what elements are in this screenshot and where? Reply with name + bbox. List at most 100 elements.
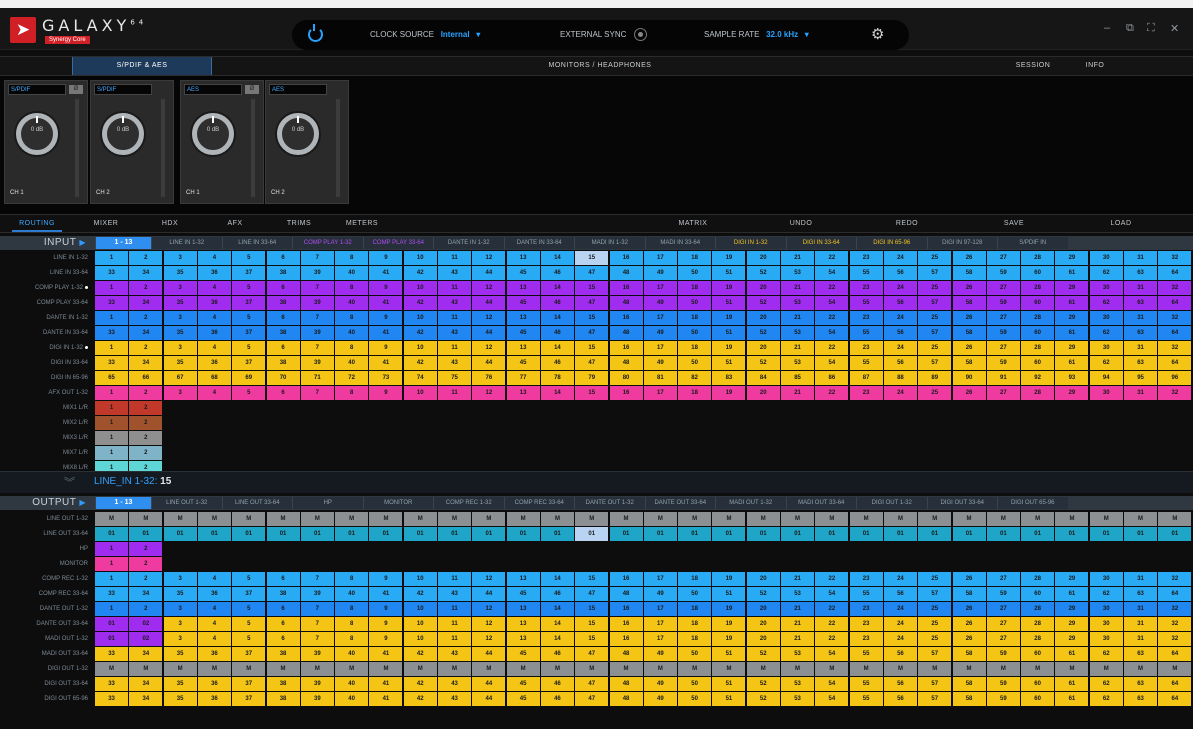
routing-cell[interactable]: 26 (952, 602, 986, 616)
routing-cell[interactable]: 66 (129, 371, 163, 385)
routing-cell[interactable]: 24 (883, 386, 917, 400)
routing-cell[interactable]: 22 (815, 617, 849, 631)
routing-cell[interactable]: 55 (849, 647, 883, 661)
routing-cell[interactable]: 54 (815, 692, 849, 706)
routing-cell[interactable]: 23 (849, 311, 883, 325)
routing-cell[interactable]: 7 (300, 632, 334, 646)
routing-cell[interactable]: 57 (918, 326, 952, 340)
routing-cell[interactable]: 1 (95, 416, 129, 430)
routing-cell[interactable]: 48 (609, 692, 643, 706)
routing-cell[interactable]: 60 (1021, 692, 1055, 706)
routing-cell[interactable]: 70 (266, 371, 300, 385)
routing-cell[interactable]: 01 (849, 527, 883, 541)
power-icon[interactable] (308, 24, 323, 42)
routing-cell[interactable]: 48 (609, 677, 643, 691)
routing-cell[interactable]: 41 (369, 647, 403, 661)
routing-cell[interactable]: 18 (678, 617, 712, 631)
routing-cell[interactable]: 6 (266, 341, 300, 355)
routing-cell[interactable]: 49 (643, 266, 677, 280)
output-tab[interactable]: LINE OUT 33-64 (221, 497, 292, 509)
input-tab[interactable]: 1 - 13 (95, 237, 151, 249)
routing-cell[interactable]: 53 (781, 296, 815, 310)
routing-cell[interactable]: M (369, 512, 403, 526)
routing-cell[interactable]: 26 (952, 632, 986, 646)
routing-cell[interactable]: 32 (1158, 341, 1192, 355)
routing-cell[interactable]: 47 (575, 266, 609, 280)
output-row-label[interactable]: MADI OUT 1-32 (0, 632, 92, 647)
routing-cell[interactable]: 35 (163, 587, 197, 601)
routing-cell[interactable]: 41 (369, 587, 403, 601)
output-tab[interactable]: DANTE OUT 1-32 (574, 497, 645, 509)
routing-cell[interactable]: 58 (952, 692, 986, 706)
routing-cell[interactable]: 52 (746, 692, 780, 706)
routing-cell[interactable]: 69 (232, 371, 266, 385)
output-row-label[interactable]: DANTE OUT 1-32 (0, 602, 92, 617)
channel-name-field[interactable]: S/PDIF (8, 84, 66, 95)
routing-cell[interactable]: 62 (1089, 326, 1123, 340)
routing-cell[interactable]: 16 (609, 572, 643, 586)
routing-cell[interactable]: 60 (1021, 677, 1055, 691)
routing-cell[interactable]: 01 (232, 527, 266, 541)
routing-cell[interactable]: 15 (575, 632, 609, 646)
routing-cell[interactable]: 12 (472, 341, 506, 355)
routing-cell[interactable]: 3 (163, 311, 197, 325)
routing-cell[interactable]: 15 (575, 281, 609, 295)
routing-cell[interactable]: 57 (918, 677, 952, 691)
routing-cell[interactable]: M (918, 512, 952, 526)
routing-cell[interactable]: 59 (986, 356, 1020, 370)
routing-cell[interactable]: 19 (712, 632, 746, 646)
gain-knob[interactable]: 0 dB (16, 113, 58, 155)
routing-cell[interactable]: 34 (129, 326, 163, 340)
routing-cell[interactable]: 5 (232, 632, 266, 646)
routing-cell[interactable]: 33 (95, 692, 129, 706)
input-tab[interactable]: LINE IN 33-64 (221, 237, 292, 249)
channel-name-field[interactable]: S/PDIF (94, 84, 152, 95)
routing-cell[interactable]: 14 (540, 341, 574, 355)
routing-cell[interactable]: 9 (369, 311, 403, 325)
input-tab[interactable]: MADI IN 1-32 (574, 237, 645, 249)
routing-cell[interactable]: 9 (369, 617, 403, 631)
tab-info[interactable]: INFO (1066, 57, 1124, 75)
routing-cell[interactable]: 30 (1089, 617, 1123, 631)
routing-cell[interactable]: 13 (506, 281, 540, 295)
routing-cell[interactable]: 9 (369, 281, 403, 295)
routing-cell[interactable]: 28 (1021, 632, 1055, 646)
routing-cell[interactable]: 44 (472, 647, 506, 661)
routing-cell[interactable]: 13 (506, 602, 540, 616)
routing-cell[interactable]: 68 (197, 371, 231, 385)
routing-cell[interactable]: 01 (1158, 527, 1192, 541)
output-row-label[interactable]: DANTE OUT 33-64 (0, 617, 92, 632)
routing-cell[interactable]: 15 (575, 341, 609, 355)
routing-cell[interactable]: 5 (232, 341, 266, 355)
routing-cell[interactable]: M (95, 512, 129, 526)
routing-cell[interactable]: 30 (1089, 341, 1123, 355)
routing-cell[interactable]: 63 (1124, 587, 1158, 601)
routing-cell[interactable]: 30 (1089, 251, 1123, 265)
routing-cell[interactable]: 17 (643, 602, 677, 616)
redo-button[interactable]: REDO (882, 215, 932, 232)
routing-cell[interactable]: 16 (609, 617, 643, 631)
routing-cell[interactable]: 22 (815, 632, 849, 646)
routing-cell[interactable]: 44 (472, 587, 506, 601)
routing-cell[interactable]: 51 (712, 677, 746, 691)
routing-cell[interactable]: 62 (1089, 677, 1123, 691)
routing-cell[interactable]: 27 (986, 341, 1020, 355)
routing-cell[interactable]: 63 (1124, 677, 1158, 691)
routing-cell[interactable]: 42 (403, 266, 437, 280)
routing-cell[interactable]: 28 (1021, 617, 1055, 631)
routing-cell[interactable]: 2 (129, 311, 163, 325)
routing-cell[interactable]: 79 (575, 371, 609, 385)
routing-cell[interactable]: M (266, 512, 300, 526)
routing-cell[interactable]: M (197, 512, 231, 526)
routing-cell[interactable]: 21 (781, 632, 815, 646)
routing-cell[interactable]: 6 (266, 602, 300, 616)
routing-cell[interactable]: 43 (438, 356, 472, 370)
routing-cell[interactable]: M (540, 662, 574, 676)
routing-cell[interactable]: 1 (95, 602, 129, 616)
routing-cell[interactable]: 23 (849, 632, 883, 646)
input-row-label[interactable]: MIX7 L/R (0, 446, 92, 461)
routing-cell[interactable]: 26 (952, 281, 986, 295)
routing-cell[interactable]: 10 (403, 281, 437, 295)
routing-cell[interactable]: 56 (883, 326, 917, 340)
tab-routing[interactable]: ROUTING (12, 215, 62, 232)
